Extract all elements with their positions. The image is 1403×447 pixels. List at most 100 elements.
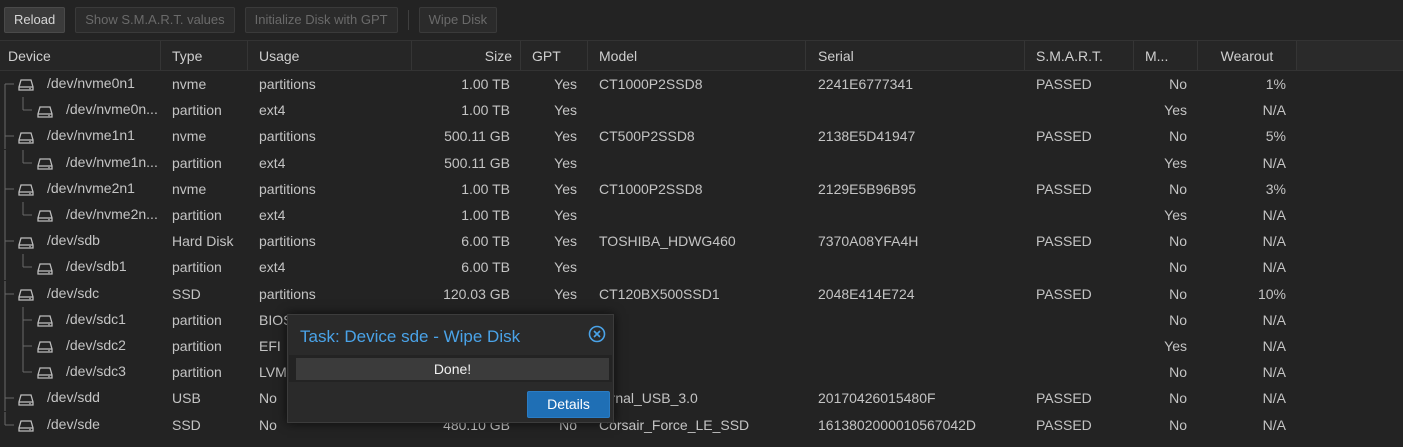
model-cell: TOSHIBA_HDWG460 xyxy=(599,233,736,250)
wearout-cell: 3% xyxy=(1265,180,1286,197)
hard-drive-icon xyxy=(18,79,34,92)
table-row[interactable]: /dev/nvme2n1 nvme partitions 1.00 TB Yes CT10… xyxy=(0,175,1403,202)
smart-cell: PASSED xyxy=(1036,416,1092,433)
table-row[interactable]: /dev/sdc3 partition LVM No N/A xyxy=(0,359,1403,386)
table-row[interactable]: /dev/nvme2n... partition ext4 1.00 TB Yes Yes… xyxy=(0,202,1403,229)
serial-cell: 7370A08YFA4H xyxy=(818,233,919,250)
size-cell: 6.00 TB xyxy=(461,233,510,250)
column-header-wearout[interactable]: Wearout xyxy=(1198,41,1297,70)
column-header-size[interactable]: Size xyxy=(412,41,521,70)
mounted-cell: No xyxy=(1169,233,1187,250)
column-header-device[interactable]: Device xyxy=(0,41,161,70)
device-cell: /dev/nvme0n1 xyxy=(0,71,161,98)
mounted-cell: No xyxy=(1169,311,1187,328)
column-header-model[interactable]: Model xyxy=(588,41,806,70)
column-header-type[interactable]: Type xyxy=(161,41,248,70)
table-row[interactable]: /dev/sdc2 partition EFI Yes N/A xyxy=(0,332,1403,359)
device-name: /dev/nvme1n... xyxy=(66,153,158,170)
grid-body: /dev/nvme0n1 nvme partitions 1.00 TB Yes CT10… xyxy=(0,71,1403,438)
device-name: /dev/nvme2n1 xyxy=(47,179,135,196)
mounted-cell: No xyxy=(1169,180,1187,197)
gpt-cell: Yes xyxy=(554,285,577,302)
device-name: /dev/sdc xyxy=(47,284,100,301)
usage-cell: ext4 xyxy=(259,207,286,224)
reload-button[interactable]: Reload xyxy=(4,7,66,33)
size-cell: 1.00 TB xyxy=(461,102,510,119)
details-button[interactable]: Details xyxy=(527,391,610,418)
wipe-disk-button[interactable]: Wipe Disk xyxy=(418,7,498,33)
device-name: /dev/nvme1n1 xyxy=(47,127,135,144)
usage-cell: ext4 xyxy=(259,154,286,171)
gpt-cell: Yes xyxy=(554,180,577,197)
column-header-gpt[interactable]: GPT xyxy=(521,41,588,70)
show-smart-values-button[interactable]: Show S.M.A.R.T. values xyxy=(75,7,235,33)
table-row[interactable]: /dev/nvme1n... partition ext4 500.11 GB Yes Y… xyxy=(0,149,1403,176)
type-cell: SSD xyxy=(172,416,201,433)
table-row[interactable]: /dev/sdd USB No ternal_USB_3.0 2017042601548… xyxy=(0,385,1403,412)
wearout-cell: 1% xyxy=(1265,76,1286,93)
model-cell: Corsair_Force_LE_SSD xyxy=(599,416,750,433)
task-progress-bar: Done! xyxy=(296,358,609,380)
close-icon[interactable] xyxy=(588,325,606,343)
device-name: /dev/nvme0n1 xyxy=(47,75,135,92)
table-row[interactable]: /dev/sdc1 partition BIOS No N/A xyxy=(0,306,1403,333)
gpt-cell: Yes xyxy=(554,233,577,250)
type-cell: SSD xyxy=(172,285,201,302)
toolbar: Reload Show S.M.A.R.T. values Initialize… xyxy=(0,0,1403,40)
gpt-cell: Yes xyxy=(554,102,577,119)
table-row[interactable]: /dev/sdb1 partition ext4 6.00 TB Yes No N/A xyxy=(0,254,1403,281)
column-header-serial[interactable]: Serial xyxy=(806,41,1025,70)
column-header-usage[interactable]: Usage xyxy=(248,41,412,70)
toolbar-separator xyxy=(407,10,409,30)
table-row[interactable]: /dev/nvme1n1 nvme partitions 500.11 GB Yes CT… xyxy=(0,123,1403,150)
type-cell: partition xyxy=(172,311,222,328)
column-header-smart[interactable]: S.M.A.R.T. xyxy=(1025,41,1134,70)
type-cell: USB xyxy=(172,390,201,407)
table-row[interactable]: /dev/nvme0n1 nvme partitions 1.00 TB Yes CT10… xyxy=(0,71,1403,98)
device-name: /dev/nvme2n... xyxy=(66,206,158,223)
gpt-cell: Yes xyxy=(554,154,577,171)
mounted-cell: Yes xyxy=(1164,154,1187,171)
device-cell: /dev/sdb1 xyxy=(0,254,161,281)
wearout-cell: N/A xyxy=(1262,390,1286,407)
hard-drive-icon xyxy=(37,341,53,353)
size-cell: 6.00 TB xyxy=(461,259,510,276)
wearout-cell: N/A xyxy=(1262,416,1286,433)
table-row[interactable]: /dev/sdc SSD partitions 120.03 GB Yes CT120BX… xyxy=(0,280,1403,307)
device-cell: /dev/sdc xyxy=(0,280,161,307)
serial-cell: 2241E6777341 xyxy=(818,76,913,93)
table-row[interactable]: /dev/nvme0n... partition ext4 1.00 TB Yes Yes… xyxy=(0,97,1403,124)
device-name: /dev/sdb1 xyxy=(66,258,127,275)
hard-drive-icon xyxy=(37,263,53,275)
type-cell: partition xyxy=(172,207,222,224)
hard-drive-icon xyxy=(18,289,34,301)
hard-drive-icon xyxy=(37,210,53,222)
mounted-cell: Yes xyxy=(1164,207,1187,224)
gpt-cell: Yes xyxy=(554,259,577,276)
serial-cell: 2138E5D41947 xyxy=(818,128,916,145)
initialize-disk-gpt-button[interactable]: Initialize Disk with GPT xyxy=(244,7,398,33)
hard-drive-icon xyxy=(18,132,34,144)
type-cell: Hard Disk xyxy=(172,233,234,250)
device-name: /dev/sdb xyxy=(47,232,100,249)
device-cell: /dev/sdc1 xyxy=(0,306,161,333)
smart-cell: PASSED xyxy=(1036,390,1092,407)
device-name: /dev/sde xyxy=(47,415,100,432)
wearout-cell: N/A xyxy=(1262,102,1286,119)
gpt-cell: Yes xyxy=(554,128,577,145)
device-name: /dev/sdc3 xyxy=(66,363,126,380)
table-row[interactable]: /dev/sde SSD No 480.10 GB No Corsair_Force_LE… xyxy=(0,411,1403,437)
usage-cell: ext4 xyxy=(259,259,286,276)
wearout-cell: N/A xyxy=(1262,311,1286,328)
usage-cell: partitions xyxy=(259,233,316,250)
size-cell: 500.11 GB xyxy=(444,154,510,171)
model-cell: ternal_USB_3.0 xyxy=(599,390,698,407)
table-row[interactable]: /dev/sdb Hard Disk partitions 6.00 TB Yes TOS… xyxy=(0,228,1403,255)
grid-header: Device Type Usage Size GPT Model Serial … xyxy=(0,40,1403,71)
column-header-mounted[interactable]: M... xyxy=(1134,41,1198,70)
device-cell: /dev/sdc2 xyxy=(0,332,161,359)
hard-drive-icon xyxy=(18,420,34,432)
serial-cell: 20170426015480F xyxy=(818,390,936,407)
model-cell: CT1000P2SSD8 xyxy=(599,76,703,93)
device-cell: /dev/sde xyxy=(0,411,161,438)
